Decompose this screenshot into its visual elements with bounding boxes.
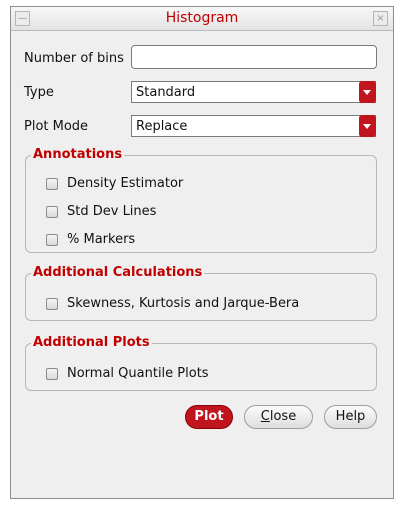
std-dev-lines-label: Std Dev Lines	[67, 204, 157, 219]
plot-button[interactable]: Plot	[185, 405, 233, 429]
type-select[interactable]: Standard	[131, 81, 376, 103]
density-estimator-checkbox[interactable]	[46, 178, 58, 190]
close-button[interactable]: Close	[244, 405, 313, 429]
bins-label: Number of bins	[24, 51, 124, 66]
title-bar: — Histogram ×	[11, 7, 393, 31]
plot-mode-select[interactable]: Replace	[131, 115, 376, 137]
annotations-group: Density Estimator Std Dev Lines % Marker…	[25, 155, 377, 253]
additional-calculations-title: Additional Calculations	[31, 265, 205, 280]
percent-markers-label: % Markers	[67, 232, 136, 247]
plot-mode-select-value: Replace	[136, 119, 188, 134]
annotations-title: Annotations	[31, 147, 125, 162]
help-button[interactable]: Help	[324, 405, 377, 429]
type-label: Type	[24, 85, 54, 100]
chevron-down-icon[interactable]	[359, 81, 376, 103]
additional-plots-title: Additional Plots	[31, 335, 152, 350]
normal-quantile-plots-checkbox[interactable]	[46, 368, 58, 380]
close-button-label: lose	[269, 409, 297, 424]
histogram-dialog: — Histogram × Number of bins Type Standa…	[10, 6, 394, 499]
type-select-value: Standard	[136, 85, 196, 100]
close-button-mnemonic: C	[260, 409, 270, 424]
window-title: Histogram	[165, 10, 239, 26]
additional-calculations-group: Skewness, Kurtosis and Jarque-Bera	[25, 273, 377, 321]
close-icon: ×	[376, 13, 385, 24]
skewness-kurtosis-label: Skewness, Kurtosis and Jarque-Bera	[67, 296, 300, 311]
percent-markers-checkbox[interactable]	[46, 234, 58, 246]
skewness-kurtosis-checkbox[interactable]	[46, 298, 58, 310]
bins-input[interactable]	[131, 45, 377, 69]
additional-plots-group: Normal Quantile Plots	[25, 343, 377, 391]
close-window-button[interactable]: ×	[373, 11, 388, 26]
chevron-down-icon[interactable]	[359, 115, 376, 137]
plot-mode-label: Plot Mode	[24, 119, 89, 134]
density-estimator-label: Density Estimator	[67, 176, 184, 191]
std-dev-lines-checkbox[interactable]	[46, 206, 58, 218]
normal-quantile-plots-label: Normal Quantile Plots	[67, 366, 209, 381]
